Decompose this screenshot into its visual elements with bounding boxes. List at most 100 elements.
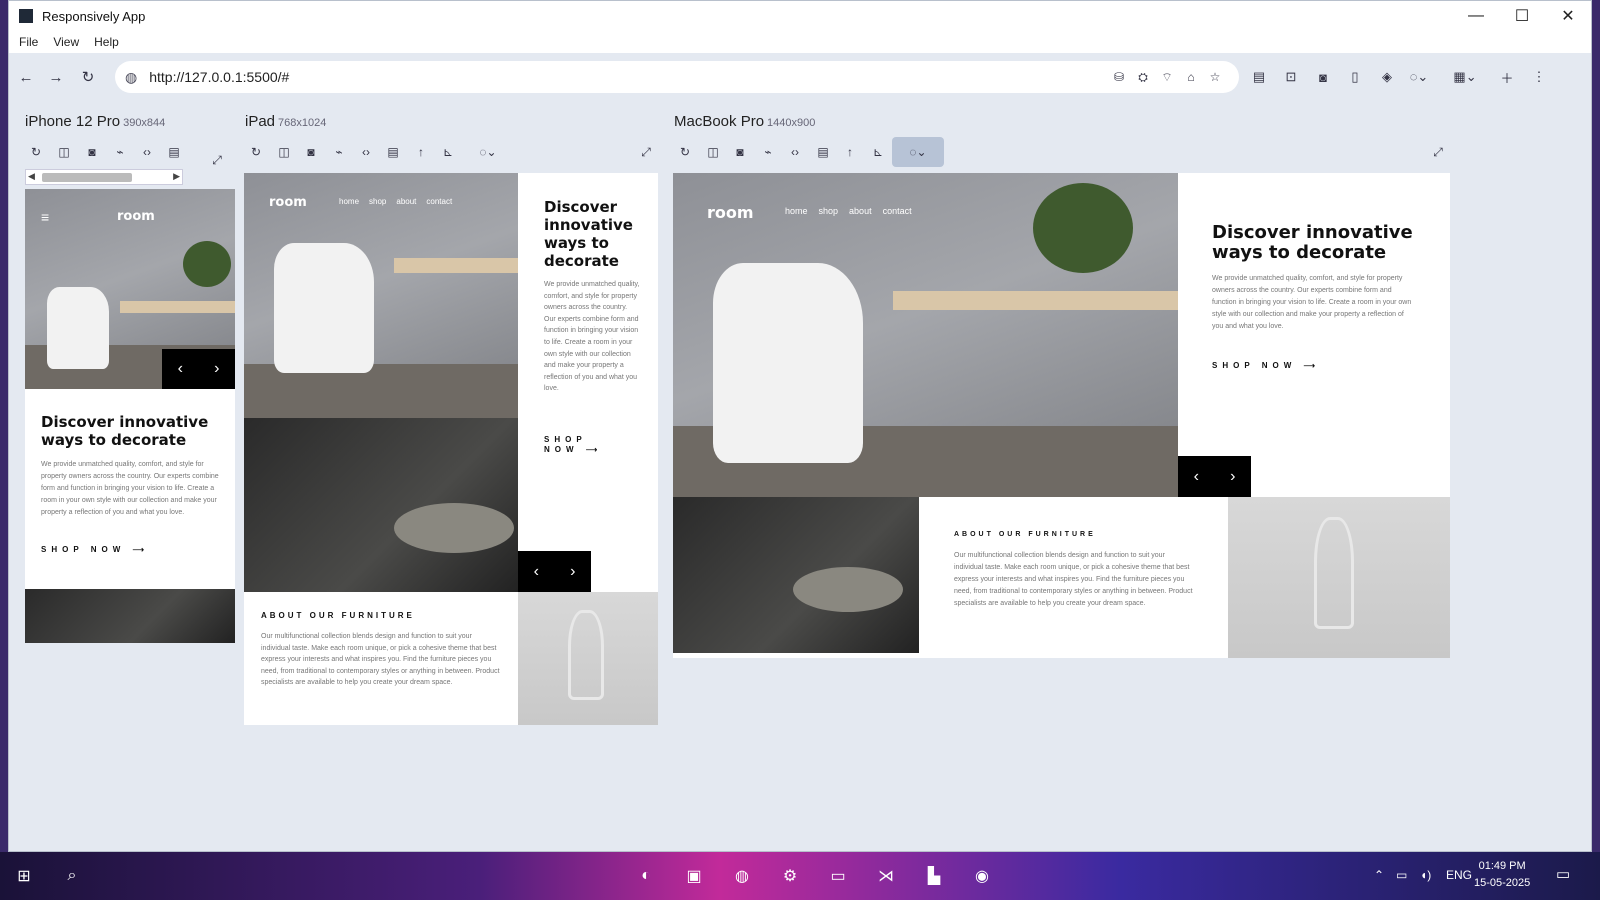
iphone-screenshot-icon[interactable]: ◫: [53, 141, 75, 163]
shop-now-link[interactable]: SHOP NOW ⟶: [1212, 361, 1315, 370]
camera-icon[interactable]: ◙: [1313, 67, 1333, 87]
iphone-reload-icon[interactable]: ↻: [25, 141, 47, 163]
scroll-left-icon[interactable]: ◀: [28, 171, 35, 182]
mac-screenshot-icon[interactable]: ◫: [702, 141, 724, 163]
more-icon[interactable]: ⋮: [1529, 67, 1549, 87]
iphone-code-icon[interactable]: ‹›: [136, 141, 158, 163]
nav-contact[interactable]: contact: [426, 197, 452, 206]
maximize-button[interactable]: ☐: [1499, 1, 1545, 31]
inspect-icon[interactable]: ⊡: [1281, 67, 1301, 87]
ipad-hide-icon[interactable]: ◌⌄: [471, 141, 505, 163]
chrome-icon[interactable]: ◉: [968, 862, 996, 890]
mac-ruler-icon[interactable]: ⊾: [867, 141, 889, 163]
mac-eyedropper-icon[interactable]: ⌁: [757, 141, 779, 163]
shop-now-link[interactable]: SHOP NOW ⟶: [544, 435, 624, 455]
search-icon[interactable]: ⌕: [58, 862, 86, 890]
add-device-icon[interactable]: ＋: [1497, 67, 1517, 87]
tradingview-icon[interactable]: ▣: [680, 862, 708, 890]
ipad-reload-icon[interactable]: ↻: [245, 141, 267, 163]
mac-rotate-icon[interactable]: ▤: [812, 141, 834, 163]
file-explorer-icon[interactable]: ▭: [824, 862, 852, 890]
menu-file[interactable]: File: [14, 35, 43, 49]
ipad-fullscreen-icon[interactable]: ⤢: [635, 141, 657, 163]
ipad-eyedropper-icon[interactable]: ⌁: [328, 141, 350, 163]
window-title: Responsively App: [42, 8, 146, 24]
responsively-taskbar-icon[interactable]: ▙: [920, 862, 948, 890]
ipad-rotate-icon[interactable]: ▤: [382, 141, 404, 163]
mac-fullscreen-icon[interactable]: ⤢: [1427, 141, 1449, 163]
clear-storage-icon[interactable]: ⛁: [1111, 69, 1127, 85]
network-icon[interactable]: ⌔: [1159, 69, 1175, 85]
finance-app-icon[interactable]: ◍: [728, 862, 756, 890]
reload-icon[interactable]: ↻: [77, 66, 99, 88]
ipad-scroll-top-icon[interactable]: ↑: [410, 141, 432, 163]
mac-hide-icon[interactable]: ◌⌄: [892, 137, 944, 167]
document-icon[interactable]: ▯: [1345, 67, 1365, 87]
nav-shop[interactable]: shop: [369, 197, 386, 206]
home-icon[interactable]: ⌂: [1183, 69, 1199, 85]
iphone-fullscreen-icon[interactable]: ⤢: [206, 149, 228, 171]
nav-shop[interactable]: shop: [819, 206, 839, 216]
close-button[interactable]: ✕: [1545, 1, 1591, 31]
mac-camera-icon[interactable]: ◙: [729, 141, 751, 163]
mac-reload-icon[interactable]: ↻: [674, 141, 696, 163]
shop-now-link[interactable]: SHOP NOW ⟶: [41, 545, 144, 554]
forward-icon[interactable]: →: [45, 66, 67, 88]
mac-code-icon[interactable]: ‹›: [784, 141, 806, 163]
notifications-icon[interactable]: ▭: [1556, 865, 1570, 883]
ipad-camera-icon[interactable]: ◙: [300, 141, 322, 163]
volume-icon[interactable]: ◖): [1420, 868, 1431, 882]
scroll-thumb[interactable]: [42, 173, 132, 182]
nav-home[interactable]: home: [785, 206, 808, 216]
iphone-screen[interactable]: room ≡ ‹ › Discover innovative ways to d…: [25, 189, 235, 643]
ipad-ruler-icon[interactable]: ⊾: [437, 141, 459, 163]
scroll-right-icon[interactable]: ▶: [173, 171, 180, 182]
iphone-rotate-icon[interactable]: ▤: [163, 141, 185, 163]
edge-browser-icon[interactable]: ◐: [632, 862, 660, 890]
ipad-screen[interactable]: room home shop about contact Discover in…: [244, 173, 658, 725]
mac-scroll-top-icon[interactable]: ↑: [839, 141, 861, 163]
hide-icon[interactable]: ◌⌄: [1409, 67, 1429, 87]
iphone-eyedropper-icon[interactable]: ⌁: [109, 141, 131, 163]
vscode-icon[interactable]: ⋊: [872, 862, 900, 890]
next-arrow-icon[interactable]: ›: [555, 551, 592, 592]
tray-chevron-icon[interactable]: ⌃: [1374, 868, 1384, 882]
prev-arrow-icon[interactable]: ‹: [162, 349, 199, 389]
prev-arrow-icon[interactable]: ‹: [518, 551, 555, 592]
site-logo[interactable]: room: [707, 203, 754, 222]
nav-about[interactable]: about: [396, 197, 416, 206]
table-shape: [394, 258, 518, 273]
windows-start-icon[interactable]: ⊞: [10, 862, 38, 890]
site-logo[interactable]: room: [117, 209, 155, 224]
layout-icon[interactable]: ▤: [1249, 67, 1269, 87]
url-text[interactable]: http://127.0.0.1:5500/#: [149, 69, 289, 85]
taskbar: ⊞ ⌕ ◐ ▣ ◍ ⚙ ▭ ⋊ ▙ ◉ ⌃ ▭ ◖) ENG 01:49 PM …: [0, 852, 1600, 900]
back-icon[interactable]: ←: [15, 66, 37, 88]
nav-home[interactable]: home: [339, 197, 359, 206]
menu-view[interactable]: View: [48, 35, 84, 49]
next-arrow-icon[interactable]: ›: [1215, 456, 1252, 497]
site-logo[interactable]: room: [269, 195, 307, 210]
layers-icon[interactable]: ◈: [1377, 67, 1397, 87]
settings-gear-icon[interactable]: ⚙: [776, 862, 804, 890]
address-bar[interactable]: ◍ http://127.0.0.1:5500/# ⛁ ⛭ ⌔ ⌂ ☆: [115, 61, 1239, 93]
iphone-camera-icon[interactable]: ◙: [81, 141, 103, 163]
prev-arrow-icon[interactable]: ‹: [1178, 456, 1215, 497]
clear-cache-icon[interactable]: ⛭: [1135, 69, 1151, 85]
ipad-screenshot-icon[interactable]: ◫: [273, 141, 295, 163]
clock[interactable]: 01:49 PM 15-05-2025: [1474, 858, 1530, 892]
minimize-button[interactable]: —: [1453, 1, 1499, 31]
language-indicator[interactable]: ENG: [1446, 868, 1472, 882]
iphone-hscroll[interactable]: ◀ ▶: [25, 169, 183, 185]
preview-layout-icon[interactable]: ▦⌄: [1453, 67, 1476, 87]
ipad-code-icon[interactable]: ‹›: [355, 141, 377, 163]
macbook-screen[interactable]: room home shop about contact Discover in…: [673, 173, 1450, 658]
bookmark-star-icon[interactable]: ☆: [1207, 69, 1223, 85]
next-arrow-icon[interactable]: ›: [199, 349, 236, 389]
nav-contact[interactable]: contact: [883, 206, 912, 216]
menu-help[interactable]: Help: [89, 35, 124, 49]
about-heading: ABOUT OUR FURNITURE: [261, 611, 415, 620]
hamburger-icon[interactable]: ≡: [41, 209, 49, 225]
nav-about[interactable]: about: [849, 206, 872, 216]
network-tray-icon[interactable]: ▭: [1396, 868, 1407, 882]
